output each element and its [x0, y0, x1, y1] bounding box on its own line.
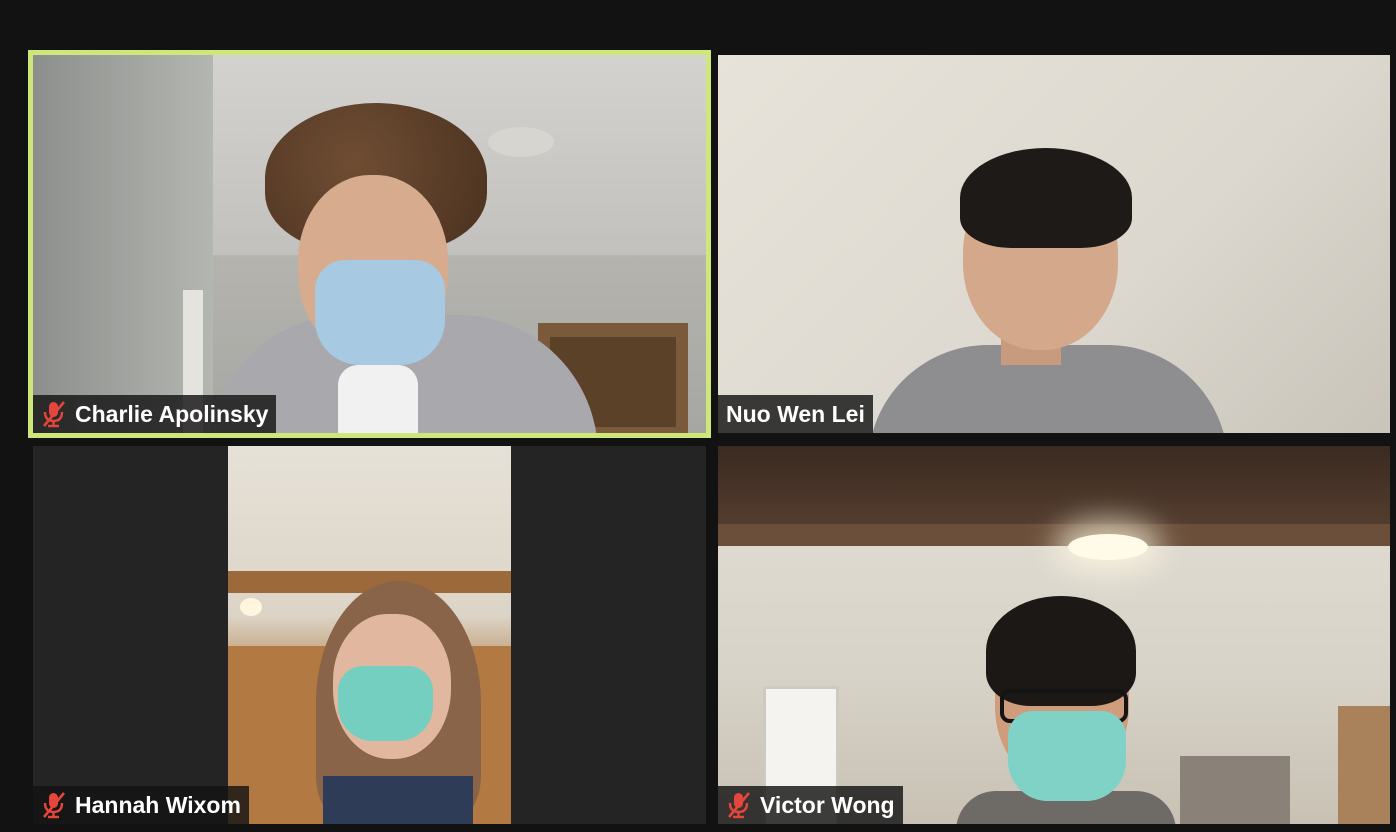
participant-name: Nuo Wen Lei	[726, 400, 865, 427]
participant-hair	[960, 148, 1132, 248]
ceiling-light	[1068, 534, 1148, 560]
participant-name: Victor Wong	[760, 791, 895, 818]
participant-name-tag: Charlie Apolinsky	[33, 395, 277, 433]
participant-name-tag: Nuo Wen Lei	[718, 395, 873, 433]
video-tile-hannah-wixom[interactable]: Hannah Wixom	[33, 446, 706, 824]
video-tile-charlie-apolinsky[interactable]: Charlie Apolinsky	[28, 50, 711, 438]
face-mask	[338, 666, 433, 741]
gallery-view: Charlie Apolinsky Nuo Wen Lei Hannah Wix…	[0, 0, 1396, 832]
participant-shirt	[338, 365, 418, 433]
participant-name: Hannah Wixom	[75, 791, 241, 818]
mic-off-icon	[728, 792, 750, 819]
participant-name-tag: Victor Wong	[718, 786, 903, 824]
video-tile-nuo-wen-lei[interactable]: Nuo Wen Lei	[718, 55, 1390, 433]
doorway	[1180, 756, 1290, 824]
mic-off-icon	[43, 401, 65, 428]
recessed-light	[240, 598, 262, 616]
participant-shirt	[323, 776, 473, 824]
participant-name: Charlie Apolinsky	[75, 400, 269, 427]
shelf	[1338, 706, 1390, 824]
participant-name-tag: Hannah Wixom	[33, 786, 249, 824]
face-mask	[1008, 711, 1126, 801]
video-tile-victor-wong[interactable]: Victor Wong	[718, 446, 1390, 824]
ceiling-lamp	[488, 127, 554, 157]
mic-off-icon	[43, 792, 65, 819]
face-mask	[315, 260, 445, 365]
ceiling-beam-edge	[718, 524, 1390, 546]
